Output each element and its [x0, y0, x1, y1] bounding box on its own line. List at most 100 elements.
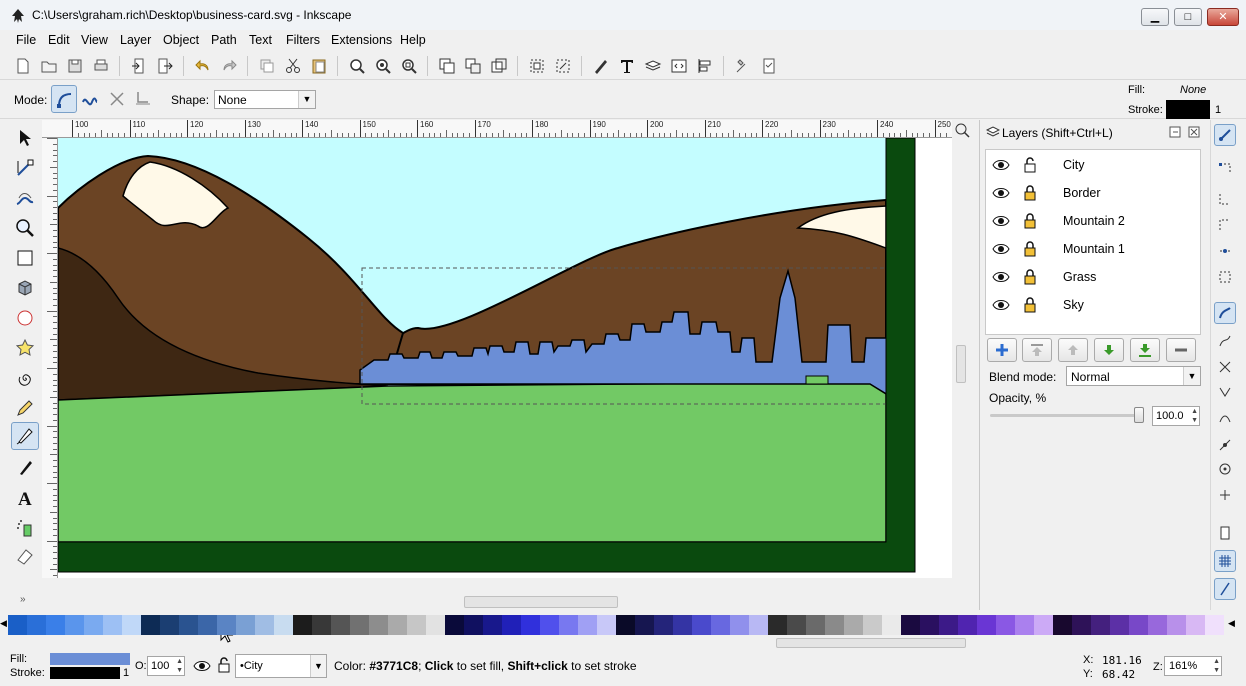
snap-bbox-button[interactable]: [1214, 158, 1236, 180]
minimize-button[interactable]: ▁: [1141, 8, 1169, 26]
delete-layer-button[interactable]: [1166, 338, 1196, 362]
layer-row-sky[interactable]: Sky: [986, 291, 1200, 319]
unlocked-icon[interactable]: [1023, 157, 1037, 173]
status-opacity-spinbox[interactable]: 100 ▲ ▼: [147, 656, 185, 676]
palette-swatch[interactable]: [559, 615, 578, 635]
spiro-mode-icon[interactable]: [81, 90, 99, 108]
palette-swatch[interactable]: [217, 615, 236, 635]
palette-swatch[interactable]: [768, 615, 787, 635]
palette-swatch[interactable]: [27, 615, 46, 635]
zoom-spinbox[interactable]: 161% ▲ ▼: [1164, 656, 1222, 676]
layers-icon[interactable]: [644, 57, 662, 75]
palette-swatch[interactable]: [312, 615, 331, 635]
tweak-tool[interactable]: [11, 184, 39, 212]
menu-help[interactable]: Help: [400, 33, 426, 47]
palette-swatch[interactable]: [597, 615, 616, 635]
save-icon[interactable]: [66, 57, 84, 75]
palette-swatch[interactable]: [1186, 615, 1205, 635]
snap-nodes-toggle[interactable]: [1214, 302, 1236, 324]
palette-scroll-right-icon[interactable]: ◀: [1228, 618, 1235, 629]
menu-edit[interactable]: Edit: [48, 33, 70, 47]
print-icon[interactable]: [92, 57, 110, 75]
lock-icon[interactable]: [1023, 297, 1037, 313]
fill-stroke-icon[interactable]: [592, 57, 610, 75]
snap-paths-button[interactable]: [1214, 330, 1236, 352]
layer-row-mountain-1[interactable]: Mountain 1: [986, 235, 1200, 263]
preferences-icon[interactable]: [734, 57, 752, 75]
snap-bbox-edge-button[interactable]: [1214, 188, 1236, 210]
dock-iconify-icon[interactable]: [1169, 126, 1181, 138]
palette-swatch[interactable]: [540, 615, 559, 635]
align-distribute-icon[interactable]: [696, 57, 714, 75]
redo-icon[interactable]: [220, 57, 238, 75]
snap-bbox-center-button[interactable]: [1214, 266, 1236, 288]
palette-swatch[interactable]: [179, 615, 198, 635]
palette-swatch[interactable]: [1148, 615, 1167, 635]
vertical-scrollbar-thumb[interactable]: [956, 345, 966, 383]
palette-swatch[interactable]: [293, 615, 312, 635]
spin-arrows-icon[interactable]: ▲ ▼: [176, 657, 183, 675]
snap-bbox-midpoint-button[interactable]: [1214, 240, 1236, 262]
stroke-swatch[interactable]: [1166, 100, 1210, 119]
snap-page-border-button[interactable]: [1214, 522, 1236, 544]
selector-tool[interactable]: [11, 124, 39, 152]
zoom-drawing-icon[interactable]: [374, 57, 392, 75]
palette-swatch[interactable]: [996, 615, 1015, 635]
opacity-slider-track[interactable]: [990, 414, 1144, 417]
palette-swatch[interactable]: [426, 615, 445, 635]
palette-swatch[interactable]: [1205, 615, 1224, 635]
eye-visible-icon[interactable]: [992, 158, 1010, 172]
palette-swatch[interactable]: [882, 615, 901, 635]
palette-swatch[interactable]: [1015, 615, 1034, 635]
palette-swatch[interactable]: [673, 615, 692, 635]
menu-extensions[interactable]: Extensions: [331, 33, 392, 47]
spin-arrows-icon[interactable]: ▲ ▼: [1213, 657, 1220, 675]
palette-swatch[interactable]: [616, 615, 635, 635]
palette-scroll-left-icon[interactable]: ◀: [0, 618, 7, 629]
palette-swatch[interactable]: [749, 615, 768, 635]
menu-path[interactable]: Path: [211, 33, 237, 47]
palette-swatch[interactable]: [1129, 615, 1148, 635]
snap-smooth-nodes-button[interactable]: [1214, 408, 1236, 430]
palette-swatch[interactable]: [1091, 615, 1110, 635]
duplicate-icon[interactable]: [258, 57, 276, 75]
palette-swatch[interactable]: [635, 615, 654, 635]
palette-swatch[interactable]: [844, 615, 863, 635]
palette-swatch[interactable]: [407, 615, 426, 635]
zoom-selection-icon[interactable]: [348, 57, 366, 75]
palette-swatch[interactable]: [939, 615, 958, 635]
maximize-button[interactable]: □: [1174, 8, 1202, 26]
blend-mode-select[interactable]: Normal ▼: [1066, 366, 1201, 386]
zoom-tool[interactable]: [11, 214, 39, 242]
palette-swatch[interactable]: [502, 615, 521, 635]
lock-icon[interactable]: [1023, 241, 1037, 257]
palette-swatch[interactable]: [369, 615, 388, 635]
text-tool[interactable]: A: [11, 484, 39, 512]
paraxial-mode-icon[interactable]: [134, 90, 152, 108]
palette-swatch[interactable]: [578, 615, 597, 635]
paste-icon[interactable]: [310, 57, 328, 75]
palette-swatch[interactable]: [65, 615, 84, 635]
spray-tool[interactable]: [11, 514, 39, 542]
calligraphy-tool[interactable]: [11, 454, 39, 482]
zoom-page-icon[interactable]: [400, 57, 418, 75]
cut-icon[interactable]: [284, 57, 302, 75]
eye-visible-icon[interactable]: [992, 298, 1010, 312]
status-stroke-swatch[interactable]: [50, 667, 120, 679]
palette-scrollbar-thumb[interactable]: [776, 638, 966, 648]
snap-guides-toggle[interactable]: [1214, 578, 1236, 600]
layer-visibility-icon[interactable]: [193, 659, 211, 673]
transform-icon[interactable]: [554, 57, 572, 75]
eye-visible-icon[interactable]: [992, 270, 1010, 284]
3d-box-tool[interactable]: [11, 274, 39, 302]
add-layer-button[interactable]: [987, 338, 1017, 362]
eye-visible-icon[interactable]: [992, 214, 1010, 228]
opacity-spinbox[interactable]: 100.0 ▲ ▼: [1152, 406, 1200, 426]
snap-midpoints-button[interactable]: [1214, 434, 1236, 456]
lower-layer-button[interactable]: [1094, 338, 1124, 362]
eye-visible-icon[interactable]: [992, 242, 1010, 256]
raise-layer-button[interactable]: [1058, 338, 1088, 362]
palette-swatch[interactable]: [1053, 615, 1072, 635]
palette-swatch[interactable]: [122, 615, 141, 635]
pencil-tool[interactable]: [11, 394, 39, 422]
